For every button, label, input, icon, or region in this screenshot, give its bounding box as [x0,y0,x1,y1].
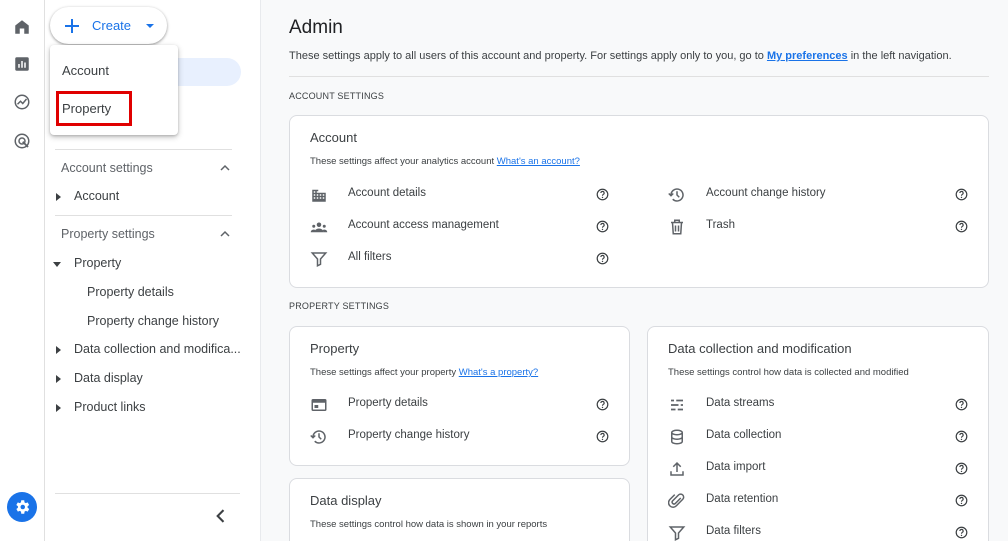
help-icon[interactable] [955,462,968,475]
row-trash[interactable]: Trash [706,219,735,231]
sidebar-section-account-settings[interactable]: Account settings [61,161,153,175]
help-icon[interactable] [955,494,968,507]
caret-right-icon[interactable] [53,403,63,413]
help-icon[interactable] [955,220,968,233]
paperclip-icon [668,493,685,508]
sidebar-section-property-settings[interactable]: Property settings [61,227,155,241]
help-icon[interactable] [955,398,968,411]
account-card: Account These settings affect your analy… [289,115,989,288]
advertising-icon[interactable] [11,130,33,152]
card-title: Data collection and modification [668,341,852,356]
divider [55,149,232,150]
row-data-collection[interactable]: Data collection [706,429,781,441]
row-data-filters[interactable]: Data filters [706,525,761,537]
data-collection-card: Data collection and modification These s… [647,326,989,541]
subtitle-text-end: in the left navigation. [847,50,952,62]
help-icon[interactable] [955,526,968,539]
history-icon [668,188,684,202]
chevron-up-icon[interactable] [217,160,233,176]
create-button[interactable]: Create [50,7,167,44]
trash-icon [671,219,683,235]
divider [55,493,240,494]
help-icon[interactable] [955,188,968,201]
create-menu: Account Property [50,45,178,135]
chevron-up-icon[interactable] [217,226,233,242]
help-icon[interactable] [596,430,609,443]
help-icon[interactable] [596,220,609,233]
sidebar-item-data-collection[interactable]: Data collection and modifica... [74,342,241,356]
card-title: Property [310,341,360,356]
caret-right-icon[interactable] [53,192,63,202]
menu-item-property[interactable]: Property [62,101,111,116]
card-description-text: These settings affect your property [310,367,459,378]
property-details-icon [311,399,327,411]
row-property-change-history[interactable]: Property change history [348,429,469,441]
help-icon[interactable] [596,398,609,411]
plus-icon [65,18,79,33]
whats-a-property-link[interactable]: What's a property? [459,367,538,378]
sidebar-item-product-links[interactable]: Product links [74,400,146,414]
row-data-streams[interactable]: Data streams [706,397,774,409]
left-rail [0,0,45,541]
filter-icon [310,252,328,267]
main-content: Admin These settings apply to all users … [260,0,1008,541]
dropdown-arrow-icon [146,23,155,28]
divider [289,76,989,77]
row-all-filters[interactable]: All filters [348,251,391,263]
collapse-sidebar-icon[interactable] [211,506,231,526]
sidebar-item-account[interactable]: Account [74,189,119,203]
explore-icon[interactable] [11,91,33,113]
section-label-property-settings: PROPERTY SETTINGS [289,301,390,311]
help-icon[interactable] [596,252,609,265]
row-account-access-management[interactable]: Account access management [348,219,499,231]
my-preferences-link[interactable]: My preferences [767,50,848,62]
card-title: Account [310,130,357,145]
card-description: These settings control how data is shown… [310,519,548,530]
row-account-details[interactable]: Account details [348,187,426,199]
card-description: These settings affect your analytics acc… [310,156,580,167]
divider [55,215,232,216]
card-description-text: These settings affect your analytics acc… [310,156,497,167]
sidebar-item-property-details[interactable]: Property details [87,285,174,299]
upload-icon [670,461,684,476]
home-icon[interactable] [11,16,33,38]
gear-icon[interactable] [7,492,37,522]
page-title: Admin [289,17,343,38]
row-property-details[interactable]: Property details [348,397,428,409]
caret-down-icon[interactable] [52,259,62,269]
sidebar-item-property-change-history[interactable]: Property change history [87,314,219,328]
people-icon [310,222,328,233]
data-display-card: Data display These settings control how … [289,478,630,541]
building-icon [312,189,326,202]
card-description: These settings control how data is colle… [668,367,909,378]
caret-right-icon[interactable] [53,374,63,384]
row-account-change-history[interactable]: Account change history [706,187,826,199]
row-data-import[interactable]: Data import [706,461,765,473]
create-button-label: Create [92,18,132,33]
sidebar-item-data-display[interactable]: Data display [74,371,143,385]
whats-an-account-link[interactable]: What's an account? [497,156,580,167]
section-label-account-settings: ACCOUNT SETTINGS [289,91,385,101]
card-description: These settings affect your property What… [310,367,538,378]
filter-icon [668,526,686,541]
data-streams-icon [671,399,683,411]
menu-item-account[interactable]: Account [62,63,109,78]
subtitle-text: These settings apply to all users of thi… [289,50,767,62]
caret-right-icon[interactable] [53,345,63,355]
property-card: Property These settings affect your prop… [289,326,630,466]
card-title: Data display [310,493,382,508]
help-icon[interactable] [596,188,609,201]
page-subtitle: These settings apply to all users of thi… [289,50,952,62]
row-data-retention[interactable]: Data retention [706,493,778,505]
sidebar-item-property[interactable]: Property [74,256,121,270]
history-icon [310,430,326,444]
database-icon [671,429,683,445]
reports-icon[interactable] [11,53,33,75]
help-icon[interactable] [955,430,968,443]
